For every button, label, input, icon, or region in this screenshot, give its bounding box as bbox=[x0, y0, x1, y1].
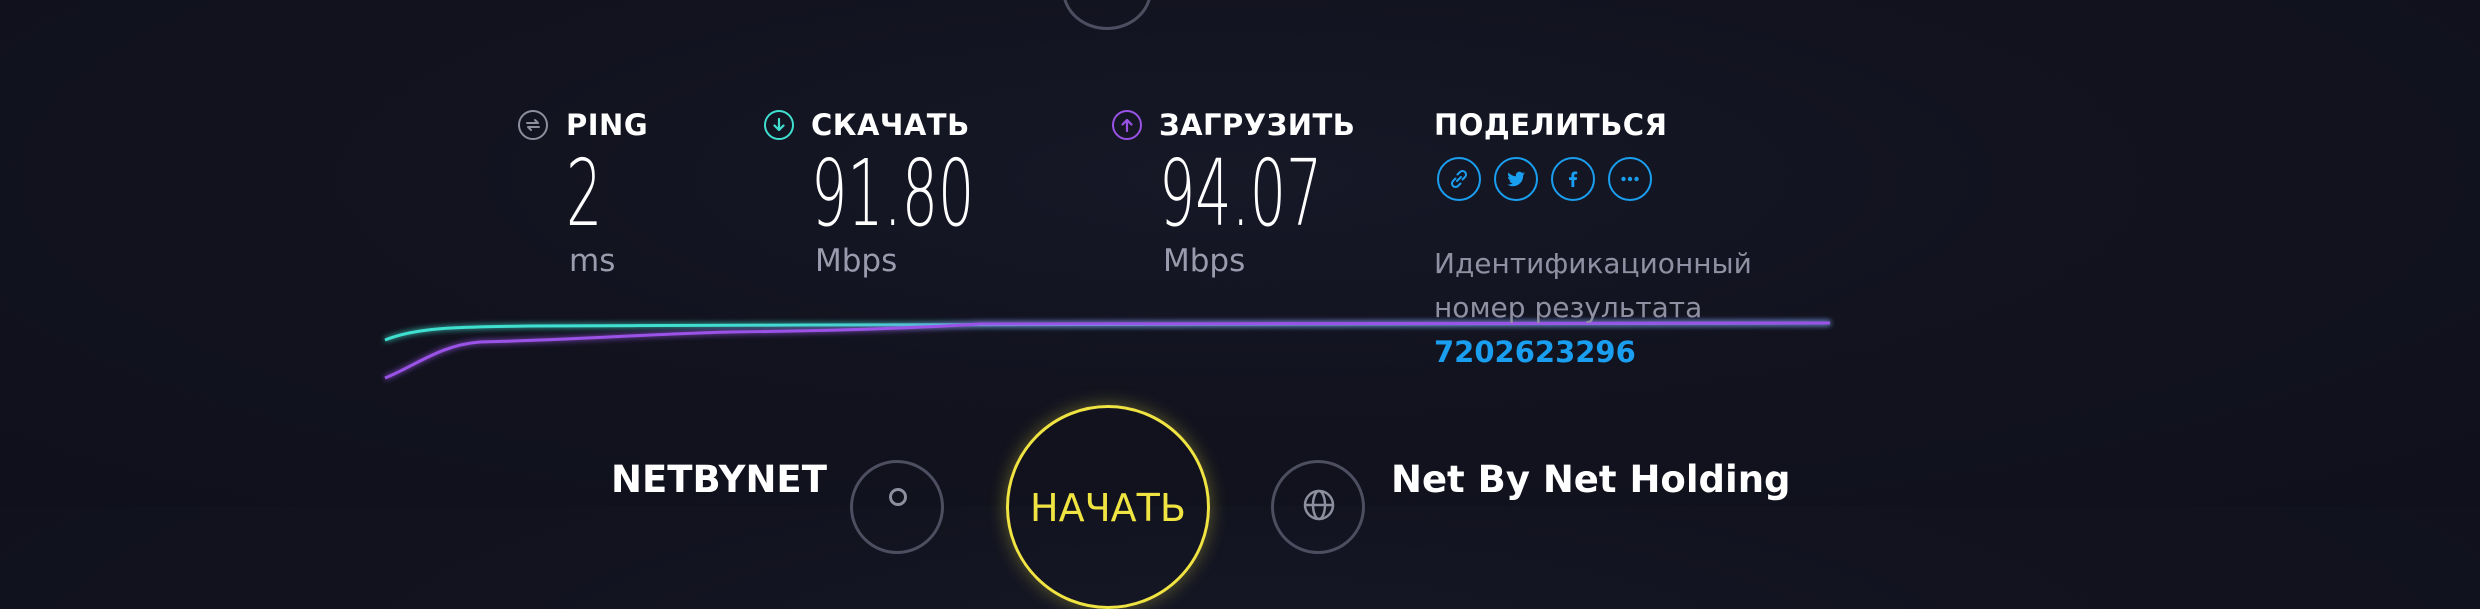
ping-label: PING bbox=[566, 108, 649, 142]
twitter-icon[interactable] bbox=[1494, 157, 1538, 201]
ping-icon bbox=[518, 110, 548, 140]
more-icon[interactable] bbox=[1608, 157, 1652, 201]
start-button-label: НАЧАТЬ bbox=[1030, 486, 1186, 530]
facebook-icon[interactable] bbox=[1551, 157, 1595, 201]
server-name[interactable]: Net By Net Holding bbox=[1391, 458, 1791, 501]
download-label: СКАЧАТЬ bbox=[811, 108, 970, 142]
upload-label: ЗАГРУЗИТЬ bbox=[1159, 108, 1356, 142]
start-button[interactable]: НАЧАТЬ bbox=[1006, 405, 1210, 609]
user-icon bbox=[850, 460, 944, 554]
isp-name: NETBYNET bbox=[611, 458, 827, 501]
upload-value: 94.07 bbox=[1159, 140, 1323, 247]
globe-icon[interactable] bbox=[1271, 460, 1365, 554]
ping-value: 2 bbox=[566, 140, 603, 247]
download-unit: Mbps bbox=[815, 243, 898, 279]
result-id-label-line2: номер результата bbox=[1434, 291, 1703, 324]
upload-icon bbox=[1112, 110, 1142, 140]
result-id-link[interactable]: 7202623296 bbox=[1434, 335, 1636, 369]
upload-unit: Mbps bbox=[1163, 243, 1246, 279]
results-history-icon[interactable] bbox=[1062, 0, 1152, 30]
ping-unit: ms bbox=[569, 243, 616, 279]
download-value: 91.80 bbox=[811, 140, 975, 247]
share-label: ПОДЕЛИТЬСЯ bbox=[1434, 108, 1668, 142]
result-id-label-line1: Идентификационный bbox=[1434, 247, 1752, 280]
link-icon[interactable] bbox=[1437, 157, 1481, 201]
download-icon bbox=[764, 110, 794, 140]
